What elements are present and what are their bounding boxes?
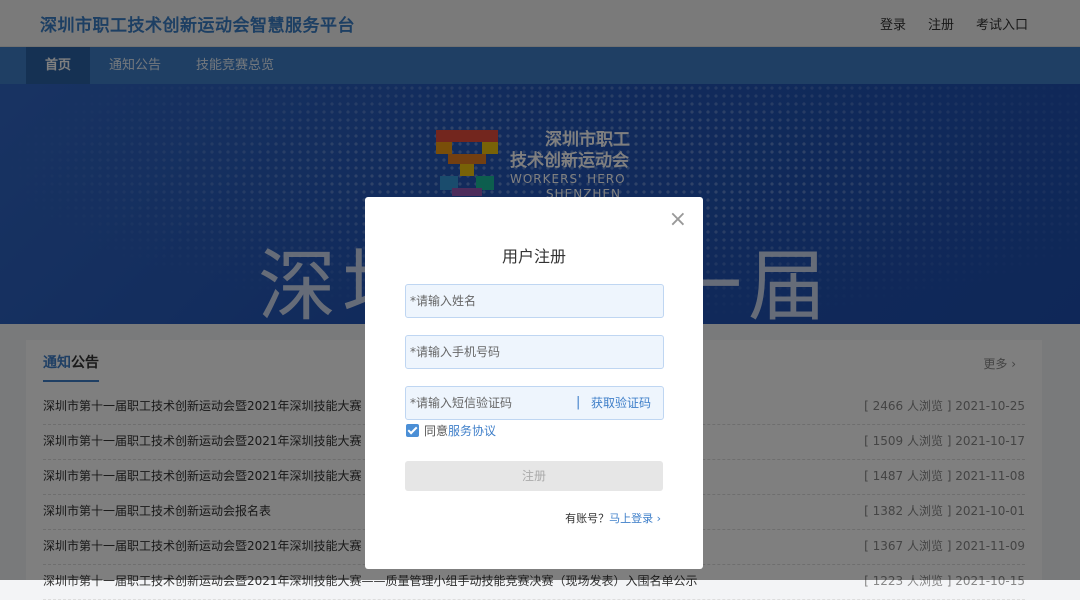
service-agreement-link[interactable]: 服务协议: [448, 424, 496, 438]
sms-code-input[interactable]: [406, 387, 566, 419]
name-field: [405, 284, 664, 318]
agreement-row: 同意服务协议: [406, 424, 496, 438]
have-account-text: 有账号？: [565, 512, 610, 525]
agree-checkbox[interactable]: [406, 424, 419, 437]
name-input[interactable]: [406, 285, 663, 317]
code-separator: |: [576, 395, 581, 410]
login-now-link[interactable]: 马上登录 ›: [609, 512, 661, 525]
modal-title: 用户注册: [501, 247, 566, 266]
close-icon[interactable]: ×: [669, 209, 687, 231]
phone-field: [405, 335, 664, 369]
sms-code-field: | 获取验证码: [405, 386, 664, 420]
register-button[interactable]: 注册: [405, 461, 663, 491]
agree-text: 同意: [424, 424, 449, 438]
get-code-button[interactable]: 获取验证码: [591, 395, 651, 411]
login-prompt: 有账号？马上登录 ›: [565, 510, 661, 526]
phone-input[interactable]: [406, 336, 663, 368]
register-modal: × 用户注册 | 获取验证码 同意服务协议 注册 有账号？马上登录 ›: [365, 197, 703, 569]
